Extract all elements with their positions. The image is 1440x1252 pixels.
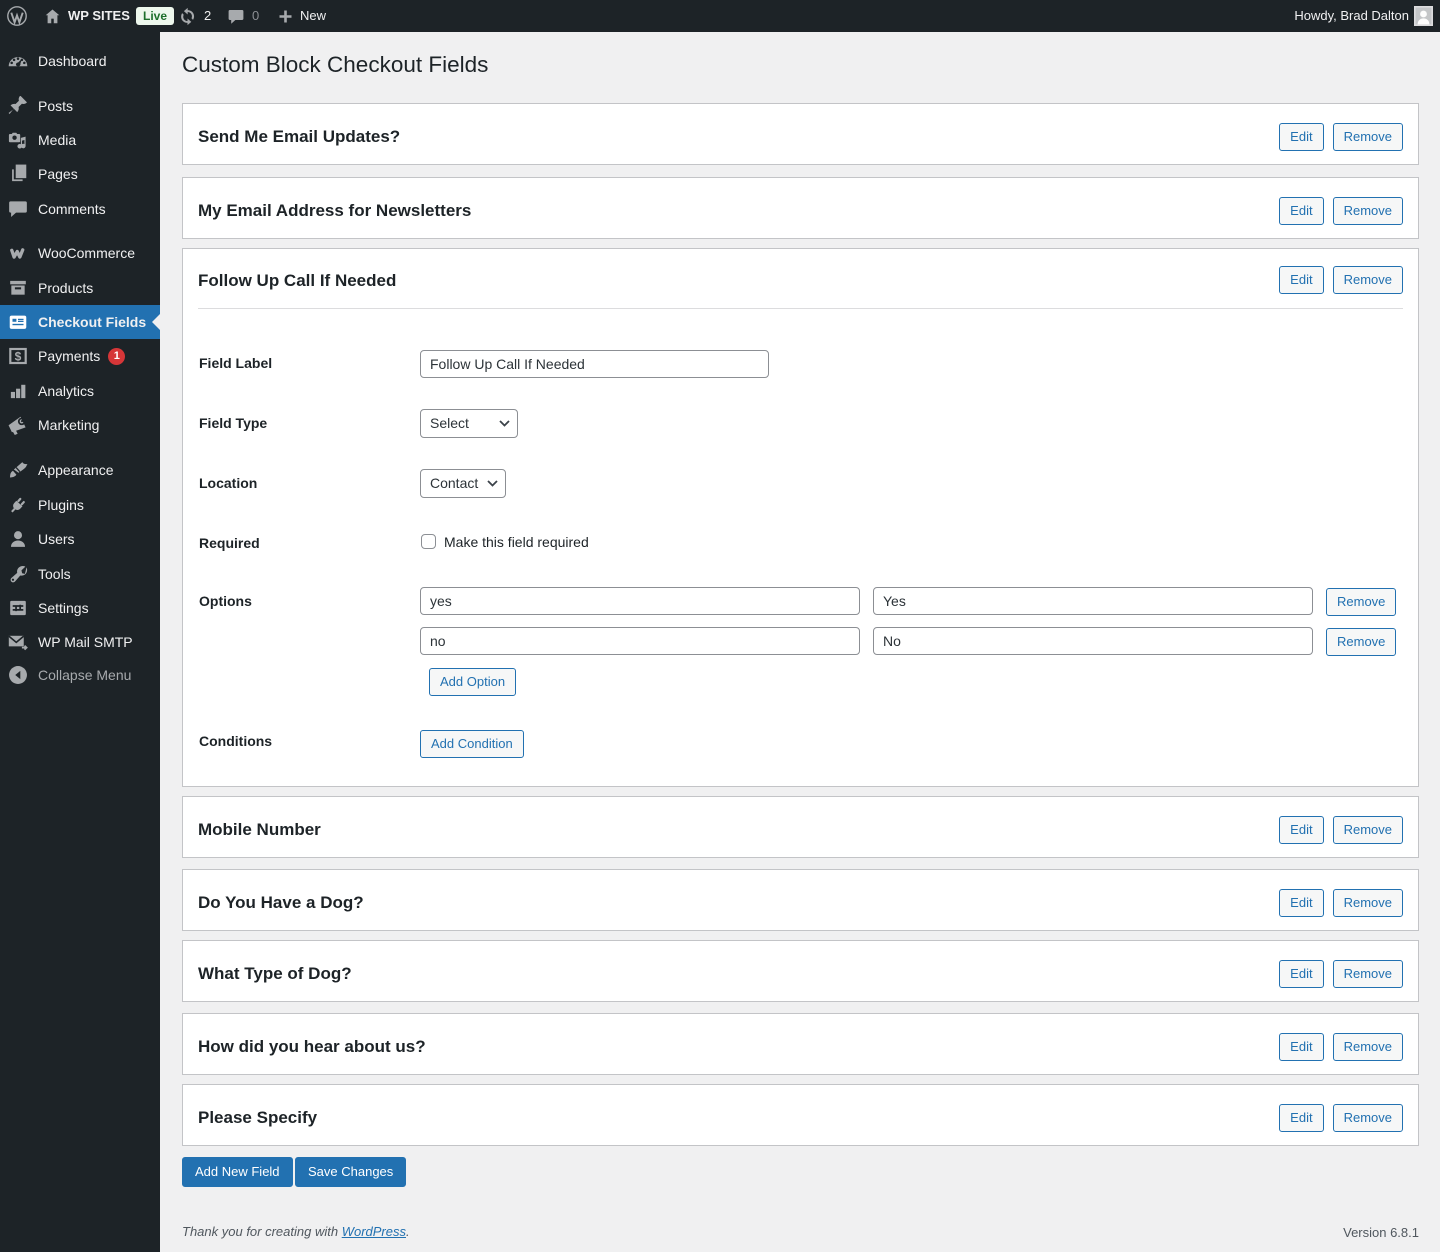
svg-text:$: $ xyxy=(15,350,22,364)
